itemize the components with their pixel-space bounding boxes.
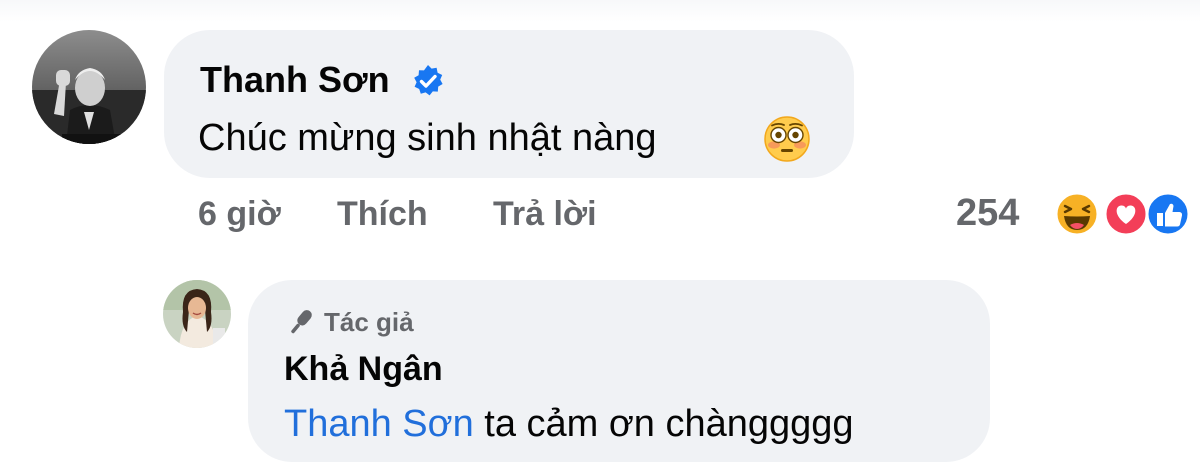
author-badge: Tác giả [286,304,414,340]
author-badge-label: Tác giả [324,306,414,337]
comment-text: Chúc mừng sinh nhật nàng [198,117,657,159]
like-button[interactable]: Thích [337,190,428,238]
reply-message: ta cảm ơn chànggggg [473,403,854,445]
like-reaction-icon [1145,191,1191,237]
love-reaction-icon [1103,191,1149,237]
top-edge-shade [0,0,1200,22]
verified-badge-icon [411,64,445,98]
comment-author-name[interactable]: Thanh Sơn [200,56,390,104]
reply-author-name[interactable]: Khả Ngân [284,346,443,392]
reaction-count[interactable]: 254 [956,188,1019,238]
flushed-face-emoji [763,115,811,163]
reaction-icons[interactable] [1053,191,1193,237]
reply-text: Thanh Sơn ta cảm ơn chànggggg [284,398,854,450]
comment-timestamp[interactable]: 6 giờ [198,190,281,238]
reply-button[interactable]: Trả lời [493,190,597,238]
commenter-avatar[interactable] [32,30,146,144]
microphone-icon [286,307,316,337]
mention-link[interactable]: Thanh Sơn [284,403,474,445]
haha-reaction-icon [1054,191,1100,237]
reply-author-avatar[interactable] [163,280,231,348]
